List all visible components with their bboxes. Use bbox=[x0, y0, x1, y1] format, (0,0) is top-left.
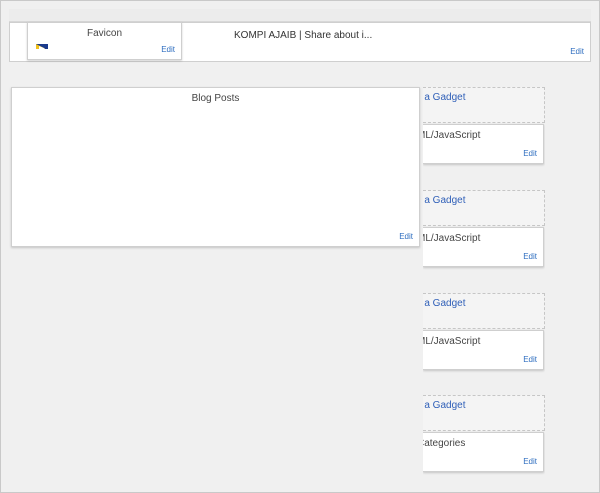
sidebar-widget-label: ML/JavaScript bbox=[423, 130, 481, 141]
add-gadget-label: d a Gadget bbox=[423, 195, 466, 206]
header-widget-title: KOMPI AJAIB | Share about i... bbox=[234, 30, 373, 41]
sidebar-widget-edit-link[interactable]: Edit bbox=[523, 252, 537, 261]
sidebar-widget-label: Categories bbox=[423, 438, 466, 449]
blog-posts-title: Blog Posts bbox=[191, 93, 240, 104]
favicon-edit-link[interactable]: Edit bbox=[161, 45, 175, 54]
sidebar-widget[interactable]: Categories Edit bbox=[423, 432, 544, 472]
favicon-widget-title: Favicon bbox=[86, 28, 122, 39]
favicon-icon bbox=[36, 40, 48, 49]
sidebar-widget-label: ML/JavaScript bbox=[423, 336, 481, 347]
add-gadget-button[interactable]: d a Gadget bbox=[423, 293, 545, 329]
add-gadget-button[interactable]: d a Gadget bbox=[423, 190, 545, 226]
add-gadget-button[interactable]: d a Gadget bbox=[423, 87, 545, 123]
add-gadget-label: d a Gadget bbox=[423, 298, 466, 309]
blog-posts-widget[interactable]: Blog Posts Edit bbox=[11, 87, 420, 247]
sidebar-widget-label: ML/JavaScript bbox=[423, 233, 481, 244]
sidebar-widget-edit-link[interactable]: Edit bbox=[523, 457, 537, 466]
navbar-strip bbox=[9, 9, 591, 22]
header-section: Favicon Edit KOMPI AJAIB | Share about i… bbox=[9, 22, 591, 62]
sidebar-column: d a Gadget ML/JavaScript Edit d a Gadget… bbox=[423, 81, 545, 481]
sidebar-widget-edit-link[interactable]: Edit bbox=[523, 355, 537, 364]
header-edit-link[interactable]: Edit bbox=[570, 47, 584, 56]
sidebar-widget-edit-link[interactable]: Edit bbox=[523, 149, 537, 158]
sidebar-widget[interactable]: ML/JavaScript Edit bbox=[423, 330, 544, 370]
layout-editor-canvas: Favicon Edit KOMPI AJAIB | Share about i… bbox=[0, 0, 600, 493]
blog-posts-edit-link[interactable]: Edit bbox=[399, 232, 413, 241]
add-gadget-label: d a Gadget bbox=[423, 92, 466, 103]
favicon-widget[interactable]: Favicon Edit bbox=[27, 22, 182, 60]
sidebar-widget[interactable]: ML/JavaScript Edit bbox=[423, 124, 544, 164]
add-gadget-button[interactable]: d a Gadget bbox=[423, 395, 545, 431]
add-gadget-label: d a Gadget bbox=[423, 400, 466, 411]
sidebar-widget[interactable]: ML/JavaScript Edit bbox=[423, 227, 544, 267]
